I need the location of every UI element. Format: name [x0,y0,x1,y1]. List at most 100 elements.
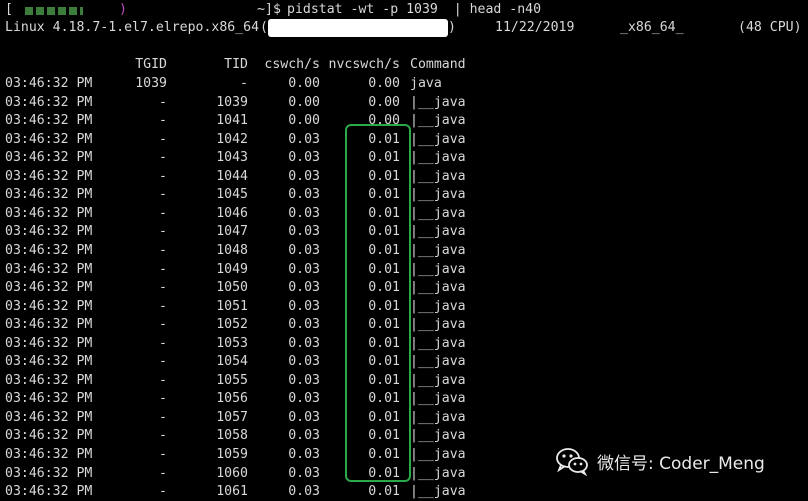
cell-time: 03:46:32 PM [5,76,93,91]
cell-tid: 1041 [216,113,248,129]
cell-tid: 1039 [216,94,248,110]
cell-cswch: 0.03 [288,465,320,481]
cell-command: |__java [410,242,466,258]
cell-tid: 1056 [216,391,248,407]
cell-tgid: - [159,261,167,277]
cell-time: 03:46:32 PM [5,409,93,425]
cell-cswch: 0.03 [288,168,320,184]
cell-tgid: - [159,428,167,444]
cell-cswch: 0.03 [288,335,320,351]
cell-cswch: 0.03 [288,150,320,166]
cell-tgid: - [159,372,167,388]
cell-cswch: 0.03 [288,391,320,407]
redacted-hostname [268,19,448,37]
cell-time: 03:46:32 PM [5,113,93,129]
header-cswch: cswch/s [264,57,320,72]
cell-tid: 1052 [216,317,248,333]
cell-tid: 1054 [216,354,248,370]
cell-tgid: - [159,205,167,221]
cell-tgid: - [159,150,167,166]
cell-time: 03:46:32 PM [5,372,93,388]
hostname-close: ) [448,20,456,35]
cell-command: |__java [410,150,466,166]
cell-time: 03:46:32 PM [5,261,93,277]
cell-command: |__java [410,113,466,129]
cell-cswch: 0.03 [288,205,320,221]
architecture: _x86_64_ [620,20,684,35]
cell-command: |__java [410,298,466,314]
terminal-window[interactable]: [ ) ~ ]$ pidstat -wt -p 1039 | head -n40… [0,0,808,499]
cell-tid: 1042 [216,131,248,147]
cell-tgid: - [159,187,167,203]
cell-time: 03:46:32 PM [5,150,93,166]
cell-time: 03:46:32 PM [5,168,93,184]
cell-time: 03:46:32 PM [5,205,93,221]
cell-cswch: 0.00 [288,113,320,129]
cell-time: 03:46:32 PM [5,335,93,351]
cell-nvcswch: 0.00 [368,94,400,110]
cell-command: |__java [410,261,466,277]
cell-cswch: 0.00 [288,94,320,110]
cell-cswch: 0.03 [288,428,320,444]
cell-command: |__java [410,447,466,462]
cell-tgid: 1039 [135,76,167,91]
cell-command: |__java [410,94,466,110]
cell-tgid: - [159,484,167,500]
cell-cswch: 0.03 [288,317,320,333]
cpu-count: (48 CPU) [738,20,802,35]
cell-tgid: - [159,168,167,184]
cell-cswch: 0.03 [288,242,320,258]
command-line[interactable]: [ ) ~ ]$ pidstat -wt -p 1039 | head -n40 [5,1,541,19]
cell-tgid: - [159,298,167,314]
cell-tgid: - [159,391,167,407]
kernel-version: Linux 4.18.7-1.el7.elrepo.x86_64 [5,20,260,35]
cell-tgid: - [159,447,167,462]
cell-tid: 1050 [216,280,248,296]
cell-tgid: - [159,224,167,240]
cell-command: |__java [410,391,466,407]
cell-time: 03:46:32 PM [5,242,93,258]
cell-tgid: - [159,113,167,129]
cell-cswch: 0.03 [288,280,320,296]
cell-time: 03:46:32 PM [5,447,93,462]
cell-command: |__java [410,317,466,333]
report-date: 11/22/2019 [495,20,575,35]
cell-tid: 1049 [216,261,248,277]
cell-tid: 1048 [216,242,248,258]
cell-command: |__java [410,131,466,147]
cell-tid: 1060 [216,465,248,481]
cell-time: 03:46:32 PM [5,484,93,500]
cell-command: |__java [410,335,466,351]
cell-nvcswch: 0.00 [368,76,400,91]
cell-tid: 1059 [216,447,248,462]
cell-command: |__java [410,187,466,203]
cell-tgid: - [159,280,167,296]
watermark-text: 微信号: Coder_Meng [597,453,765,474]
cell-tgid: - [159,131,167,147]
watermark: 微信号: Coder_Meng [555,444,765,478]
cell-tid: 1044 [216,168,248,184]
cell-command: java [410,76,442,91]
cell-time: 03:46:32 PM [5,317,93,333]
cell-cswch: 0.03 [288,409,320,425]
cell-tid: 1053 [216,335,248,351]
cell-tgid: - [159,335,167,351]
cell-command: |__java [410,465,466,481]
cell-tgid: - [159,354,167,370]
sysinfo-line: Linux 4.18.7-1.el7.elrepo.x86_64 ( ) 11/… [5,19,802,37]
cell-cswch: 0.00 [288,76,320,91]
cell-cswch: 0.03 [288,447,320,462]
header-tgid: TGID [135,57,167,72]
cell-time: 03:46:32 PM [5,94,93,110]
cell-tgid: - [159,94,167,110]
cell-tid: 1045 [216,187,248,203]
cell-tid: 1046 [216,205,248,221]
prompt-host-tail: ~ [257,2,265,17]
cell-time: 03:46:32 PM [5,298,93,314]
hostname-open: ( [260,20,268,35]
header-command: Command [410,57,466,72]
wechat-icon [555,446,589,477]
cell-time: 03:46:32 PM [5,131,93,147]
cell-cswch: 0.03 [288,372,320,388]
cell-tid: 1055 [216,372,248,388]
